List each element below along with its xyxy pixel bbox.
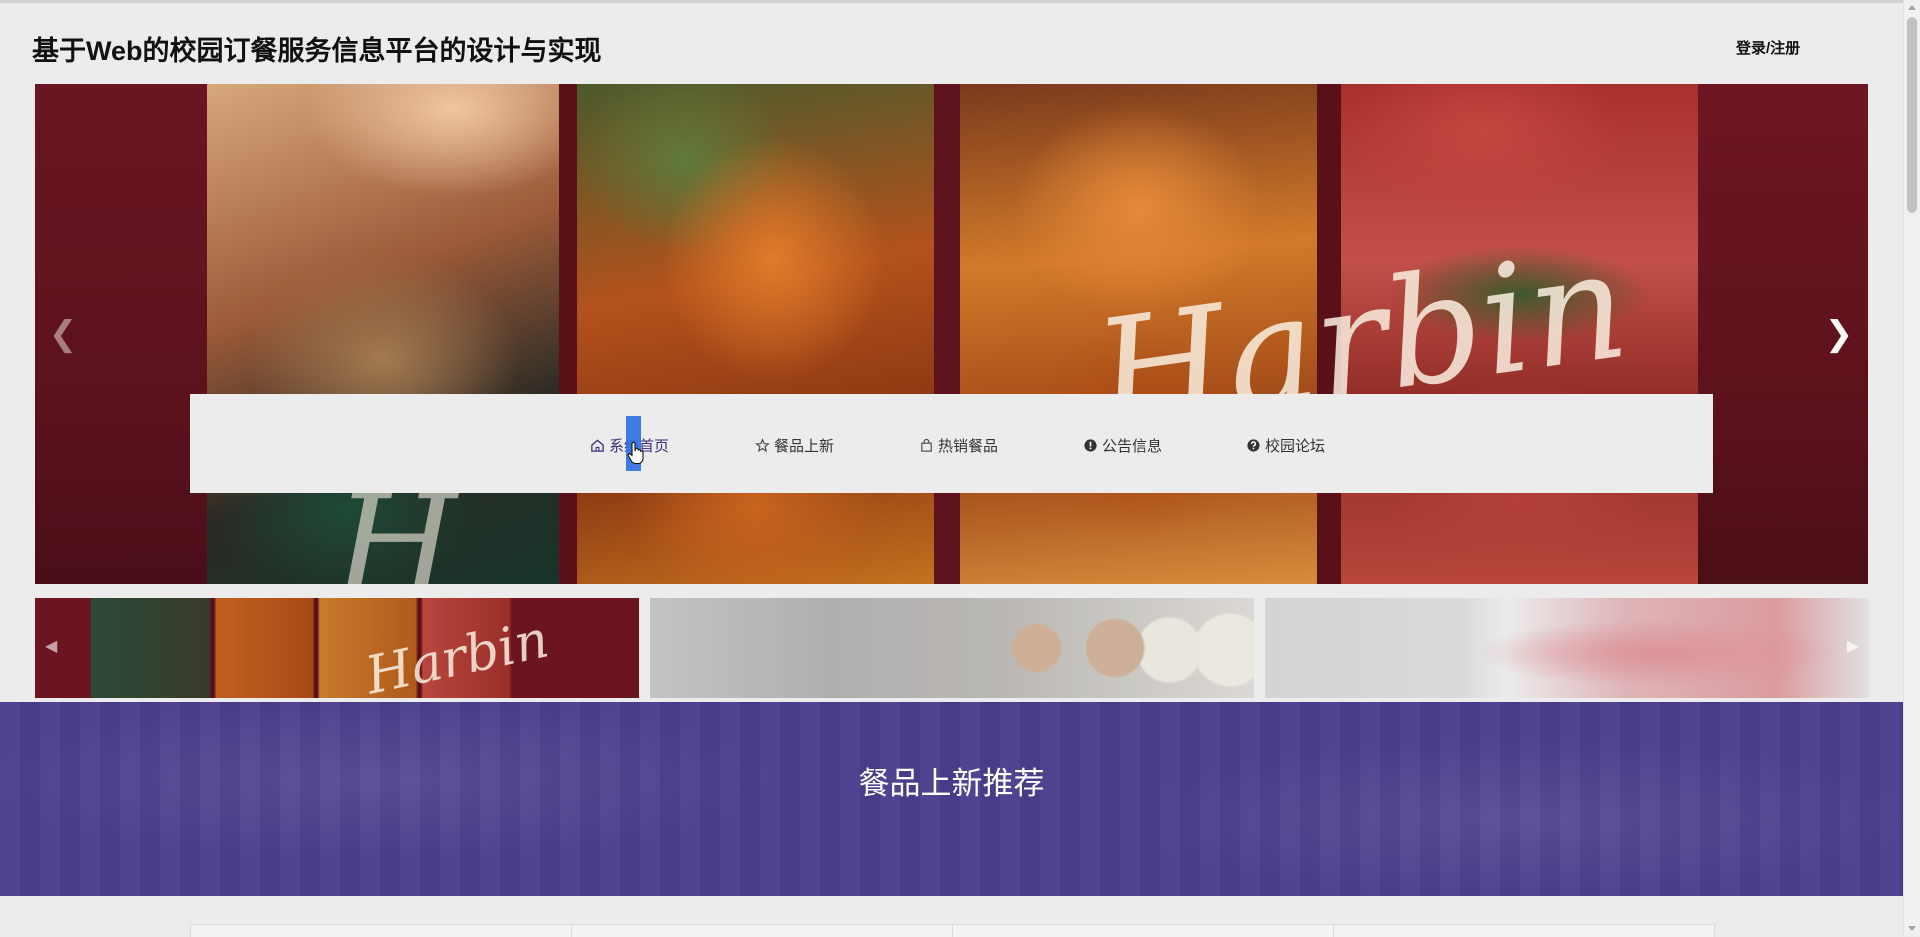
scroll-up-arrow-icon[interactable] (1908, 5, 1916, 10)
thumbnail-prev-arrow-icon[interactable]: ◀ (45, 636, 57, 656)
section-title: 餐品上新推荐 (858, 766, 1045, 801)
site-header: 基于Web的校园订餐服务信息平台的设计与实现 登录/注册 (0, 3, 1903, 83)
thumbnail-1[interactable]: Harbin ◀ (35, 598, 639, 698)
dish-card[interactable] (571, 924, 953, 937)
banner-panel-dish-3 (960, 84, 1317, 584)
nav-item-label: 热销餐品 (938, 438, 999, 455)
thumbnail-next-arrow-icon[interactable]: ▶ (1847, 636, 1859, 656)
dish-card[interactable] (1333, 924, 1715, 937)
scrollbar-thumb[interactable] (1907, 17, 1917, 213)
new-dishes-section-banner: 餐品上新推荐 (0, 702, 1903, 896)
thumbnail-3[interactable]: ▶ (1265, 598, 1869, 698)
carousel-next-arrow-icon[interactable]: ❯ (1819, 314, 1859, 354)
main-nav: 系统首页 餐品上新 热销餐品 公告信息 校园论坛 (190, 394, 1713, 493)
nav-item-label: 餐品上新 (774, 438, 835, 455)
nav-item-label: 公告信息 (1102, 438, 1163, 455)
site-title: 基于Web的校园订餐服务信息平台的设计与实现 (32, 36, 602, 66)
banner-divider (559, 84, 577, 584)
carousel-prev-arrow-icon[interactable]: ❮ (43, 314, 83, 354)
hand-cursor-icon (627, 441, 644, 465)
dish-card[interactable] (952, 924, 1334, 937)
banner-panel-dish-4 (1341, 84, 1698, 584)
hero-carousel: Harbin H ❮ ❯ (35, 84, 1868, 584)
vertical-scrollbar[interactable] (1903, 0, 1920, 936)
banner-panel-dish-2 (577, 84, 934, 584)
exclamation-circle-icon (1084, 439, 1097, 452)
dish-card-row (190, 924, 1715, 937)
bag-icon (921, 438, 932, 452)
banner-divider (934, 84, 960, 584)
home-icon (591, 439, 604, 452)
dish-card[interactable] (190, 924, 572, 937)
nav-item-forum[interactable]: 校园论坛 (1246, 435, 1325, 456)
nav-item-hot-dishes[interactable]: 热销餐品 (919, 435, 998, 456)
question-circle-icon (1247, 439, 1260, 452)
nav-item-notices[interactable]: 公告信息 (1083, 435, 1162, 456)
nav-item-label: 校园论坛 (1265, 438, 1326, 455)
star-icon (755, 438, 770, 453)
banner-divider (1317, 84, 1341, 584)
banner-panel-dish-1 (207, 84, 559, 584)
thumbnail-2[interactable] (650, 598, 1254, 698)
scroll-down-arrow-icon[interactable] (1908, 926, 1916, 931)
nav-item-new-dishes[interactable]: 餐品上新 (755, 435, 834, 456)
login-register-link[interactable]: 登录/注册 (1736, 37, 1800, 58)
